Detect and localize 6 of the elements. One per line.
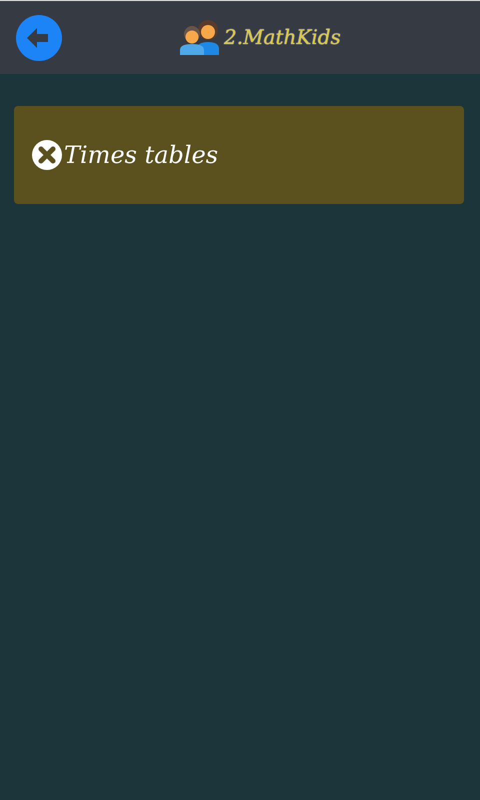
topic-card[interactable]: Times tables [14, 106, 464, 204]
close-icon[interactable] [32, 140, 62, 170]
people-icon [178, 19, 222, 55]
app-title: 2.MathKids [224, 25, 341, 49]
card-title: Times tables [64, 141, 218, 169]
back-button[interactable] [16, 14, 62, 60]
